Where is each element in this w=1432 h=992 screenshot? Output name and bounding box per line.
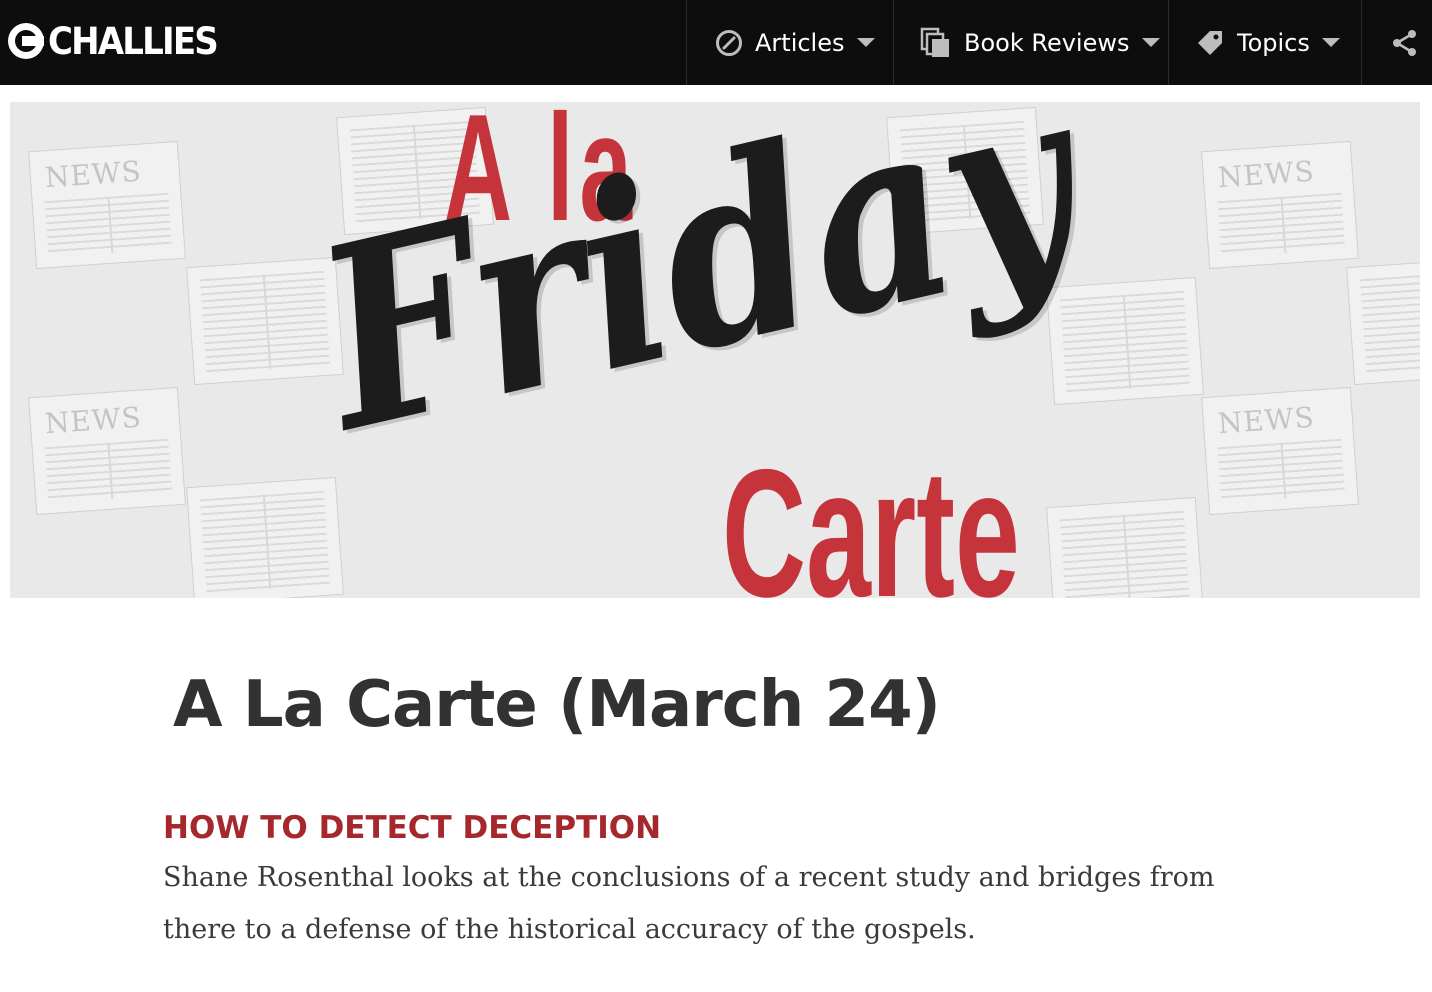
challies-logo-icon: [8, 23, 44, 59]
chevron-down-icon: [1141, 38, 1160, 47]
chevron-down-icon: [1321, 38, 1340, 47]
nav-topics[interactable]: Topics: [1168, 0, 1361, 85]
newspaper-graphic: [1346, 256, 1420, 386]
hero-banner-image: NEWS NEWS NEWS NEWS A la Friday Carte: [10, 102, 1420, 598]
nav-book-reviews[interactable]: Book Reviews: [893, 0, 1168, 85]
section-body: Shane Rosenthal looks at the conclusions…: [163, 862, 1215, 945]
books-icon: [920, 27, 952, 59]
share-icon: [1390, 28, 1420, 58]
banner-word-carte: Carte: [722, 431, 1020, 598]
newspaper-graphic: [186, 476, 344, 598]
site-logo[interactable]: CHALLIES: [8, 18, 232, 64]
newspaper-graphic: NEWS: [28, 140, 186, 270]
newspaper-graphic: [1046, 496, 1204, 598]
nav-articles[interactable]: Articles: [686, 0, 893, 85]
newspaper-graphic: NEWS: [1201, 140, 1359, 270]
section-heading-link[interactable]: HOW TO DETECT DECEPTION: [163, 810, 661, 846]
nav-articles-label: Articles: [755, 28, 845, 57]
nav-topics-label: Topics: [1237, 28, 1310, 57]
nav-share[interactable]: [1361, 0, 1432, 85]
newspaper-graphic: NEWS: [1201, 386, 1359, 516]
site-header: CHALLIES Articles Book Reviews Topics: [0, 0, 1432, 85]
compass-icon: [715, 29, 743, 57]
tag-icon: [1195, 28, 1225, 58]
chevron-down-icon: [856, 38, 875, 47]
logo-text: CHALLIES: [48, 19, 219, 63]
nav-book-reviews-label: Book Reviews: [964, 28, 1130, 57]
page-title: A La Carte (March 24): [173, 668, 941, 742]
newspaper-graphic: NEWS: [28, 386, 186, 516]
